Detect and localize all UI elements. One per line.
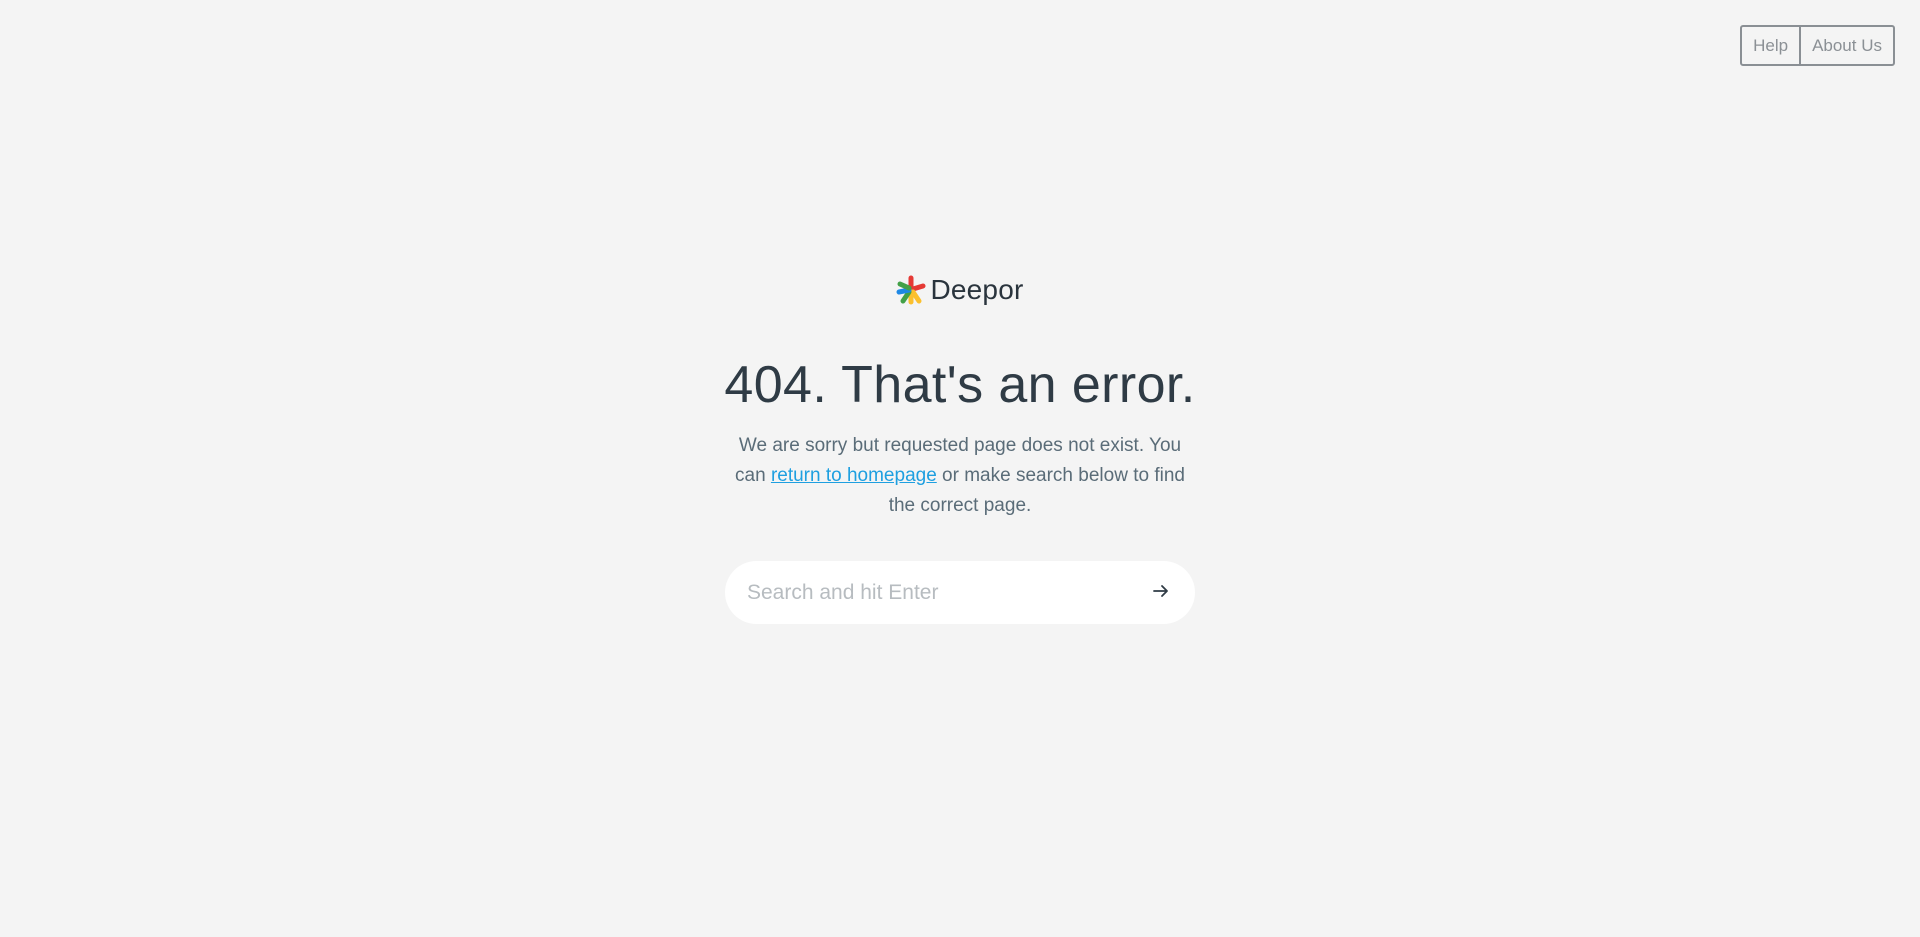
return-to-homepage-link[interactable]: return to homepage: [771, 465, 937, 486]
brand-name: Deepor: [930, 274, 1024, 305]
help-button[interactable]: Help: [1742, 27, 1799, 64]
search-box: [725, 561, 1195, 624]
error-message: We are sorry but requested page does not…: [725, 431, 1195, 521]
about-us-button[interactable]: About Us: [1799, 27, 1893, 64]
error-title: 404. That's an error.: [724, 356, 1196, 414]
brand[interactable]: Deepor: [896, 270, 1023, 310]
top-nav: Help About Us: [1740, 25, 1895, 66]
search-submit-button[interactable]: [1147, 579, 1175, 607]
error-content: Deepor 404. That's an error. We are sorr…: [0, 270, 1920, 624]
search-input[interactable]: [745, 579, 1147, 606]
asterisk-multicolor-icon: [896, 275, 926, 305]
arrow-right-icon: [1152, 582, 1170, 603]
